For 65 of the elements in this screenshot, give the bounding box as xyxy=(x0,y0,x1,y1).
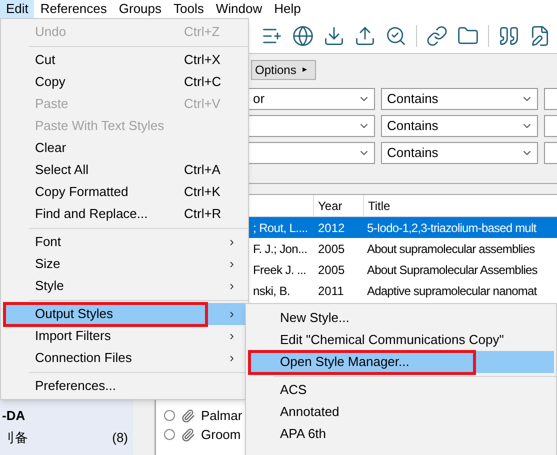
menu-item[interactable]: Open Style Manager... xyxy=(248,351,554,373)
menu-item[interactable]: Font › xyxy=(3,231,246,253)
menu-item[interactable]: Import Filters › xyxy=(3,325,246,347)
options-button[interactable]: Options ▸ xyxy=(251,60,316,80)
paperclip-icon xyxy=(181,408,195,422)
column-header[interactable]: Year xyxy=(314,195,364,216)
year-cell-text: 2011 xyxy=(317,282,345,300)
menu-item[interactable]: Annotated xyxy=(248,401,554,423)
column-header[interactable]: Title xyxy=(364,196,390,214)
submenu-arrow: › xyxy=(230,277,234,296)
title-cell-text: About supramolecular assemblies xyxy=(366,240,535,258)
group-name[interactable]: 刂备 xyxy=(2,428,112,448)
menu-item[interactable]: APA 6th xyxy=(248,423,554,445)
operator-dropdown[interactable]: Contains xyxy=(381,115,538,137)
group-count: (8) xyxy=(112,429,128,448)
year-cell-text: 2005 xyxy=(317,262,346,278)
upload-icon[interactable] xyxy=(354,24,376,46)
submenu-arrow: › xyxy=(230,255,234,274)
menu-item[interactable]: New Style... xyxy=(248,307,554,329)
quote-icon[interactable] xyxy=(498,24,520,46)
author-cell: nski, B. xyxy=(253,284,290,298)
operator-dropdown[interactable]: Contains xyxy=(381,88,538,110)
menu-bar-item[interactable]: Tools xyxy=(168,0,210,18)
read-status-icon[interactable] xyxy=(164,429,175,440)
author-cell-text: Palmar xyxy=(201,406,242,425)
menu-bar-item[interactable]: Window xyxy=(210,0,268,18)
menu-item[interactable]: ACS xyxy=(248,379,554,401)
submenu-arrow: › xyxy=(230,349,234,368)
menu-item[interactable]: Select All Ctrl+A xyxy=(3,159,246,181)
menu-item[interactable]: Output Styles › xyxy=(3,303,246,325)
menu-bar-item[interactable]: References xyxy=(34,0,113,18)
operator-dropdown[interactable]: Contains xyxy=(381,142,538,164)
menu-item[interactable]: Copy Ctrl+C xyxy=(3,71,246,93)
menu-item[interactable]: Clear xyxy=(3,137,246,159)
menu-item[interactable]: Edit "Chemical Communications Copy" xyxy=(248,329,554,351)
title-cell-text: Adaptive supramolecular nanomat xyxy=(366,282,537,300)
author-cell-text: Groom xyxy=(201,426,241,444)
menu-item[interactable]: Preferences... xyxy=(3,375,246,397)
menu-bar-item[interactable]: Help xyxy=(268,0,307,18)
menu-item[interactable]: Style › xyxy=(3,275,246,297)
read-status-icon[interactable] xyxy=(164,410,175,421)
menu-item[interactable]: Cut Ctrl+X xyxy=(3,49,246,71)
group-heading: -DA xyxy=(2,406,26,424)
folder-icon[interactable] xyxy=(457,24,479,46)
paperclip-icon xyxy=(181,428,195,442)
year-cell-text: 2012 xyxy=(317,220,346,236)
menu-item[interactable]: Copy Formatted Ctrl+K xyxy=(3,181,246,203)
submenu-arrow: › xyxy=(230,305,234,324)
author-cell: F. J.; Jon... xyxy=(253,242,308,256)
menu-bar-item[interactable]: Edit xyxy=(0,0,34,18)
menu-item[interactable]: Size › xyxy=(3,253,246,275)
search-icon[interactable] xyxy=(385,24,407,46)
author-cell: Freek J. ... xyxy=(253,262,306,276)
document-pen-icon[interactable] xyxy=(529,24,551,46)
link-icon[interactable] xyxy=(426,24,448,46)
menu-bar-item[interactable]: Groups xyxy=(112,0,168,18)
submenu-arrow: › xyxy=(230,233,234,252)
menu-item[interactable]: Connection Files › xyxy=(3,347,246,369)
download-icon[interactable] xyxy=(323,24,345,46)
submenu-arrow: › xyxy=(230,327,234,346)
title-cell-text: About Supramolecular Assemblies xyxy=(366,262,538,278)
year-cell-text: 2005 xyxy=(317,240,346,258)
author-cell: ; Rout, L.... xyxy=(253,220,308,234)
title-cell-text: 5-Iodo-1,2,3-triazolium-based mult xyxy=(366,220,536,236)
menu-item[interactable]: Find and Replace... Ctrl+R xyxy=(3,203,246,225)
